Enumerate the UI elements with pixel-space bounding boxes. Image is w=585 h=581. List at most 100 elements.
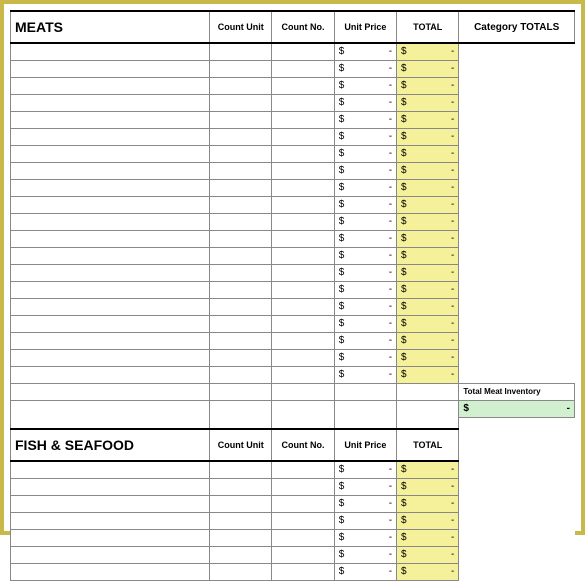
count-no-cell[interactable] [272, 495, 334, 512]
count-no-cell[interactable] [272, 315, 334, 332]
item-name-cell[interactable] [11, 349, 210, 366]
item-name-cell[interactable] [11, 478, 210, 495]
count-no-cell[interactable] [272, 247, 334, 264]
count-no-cell[interactable] [272, 298, 334, 315]
unit-price-cell[interactable]: $- [334, 332, 396, 349]
count-no-cell[interactable] [272, 563, 334, 580]
unit-price-cell[interactable]: $- [334, 77, 396, 94]
count-unit-cell[interactable] [210, 179, 272, 196]
count-no-cell[interactable] [272, 230, 334, 247]
count-no-cell[interactable] [272, 77, 334, 94]
count-unit-cell[interactable] [210, 529, 272, 546]
unit-price-cell[interactable]: $- [334, 179, 396, 196]
count-no-cell[interactable] [272, 529, 334, 546]
unit-price-cell[interactable]: $- [334, 461, 396, 478]
unit-price-cell[interactable]: $- [334, 495, 396, 512]
unit-price-cell[interactable]: $- [334, 298, 396, 315]
item-name-cell[interactable] [11, 77, 210, 94]
item-name-cell[interactable] [11, 529, 210, 546]
unit-price-cell[interactable]: $- [334, 196, 396, 213]
count-unit-cell[interactable] [210, 461, 272, 478]
unit-price-cell[interactable]: $- [334, 247, 396, 264]
unit-price-cell[interactable]: $- [334, 43, 396, 60]
count-no-cell[interactable] [272, 264, 334, 281]
item-name-cell[interactable] [11, 546, 210, 563]
count-no-cell[interactable] [272, 213, 334, 230]
count-unit-cell[interactable] [210, 94, 272, 111]
unit-price-cell[interactable]: $- [334, 213, 396, 230]
count-no-cell[interactable] [272, 60, 334, 77]
item-name-cell[interactable] [11, 145, 210, 162]
item-name-cell[interactable] [11, 196, 210, 213]
count-no-cell[interactable] [272, 145, 334, 162]
item-name-cell[interactable] [11, 512, 210, 529]
count-no-cell[interactable] [272, 196, 334, 213]
unit-price-cell[interactable]: $- [334, 230, 396, 247]
unit-price-cell[interactable]: $- [334, 145, 396, 162]
count-unit-cell[interactable] [210, 43, 272, 60]
unit-price-cell[interactable]: $- [334, 315, 396, 332]
count-unit-cell[interactable] [210, 145, 272, 162]
unit-price-cell[interactable]: $- [334, 60, 396, 77]
item-name-cell[interactable] [11, 461, 210, 478]
count-unit-cell[interactable] [210, 366, 272, 383]
item-name-cell[interactable] [11, 213, 210, 230]
unit-price-cell[interactable]: $- [334, 349, 396, 366]
item-name-cell[interactable] [11, 495, 210, 512]
count-no-cell[interactable] [272, 43, 334, 60]
count-unit-cell[interactable] [210, 162, 272, 179]
count-unit-cell[interactable] [210, 264, 272, 281]
count-no-cell[interactable] [272, 179, 334, 196]
count-no-cell[interactable] [272, 349, 334, 366]
item-name-cell[interactable] [11, 60, 210, 77]
unit-price-cell[interactable]: $- [334, 111, 396, 128]
count-no-cell[interactable] [272, 162, 334, 179]
item-name-cell[interactable] [11, 332, 210, 349]
count-unit-cell[interactable] [210, 495, 272, 512]
count-unit-cell[interactable] [210, 77, 272, 94]
count-unit-cell[interactable] [210, 332, 272, 349]
item-name-cell[interactable] [11, 298, 210, 315]
item-name-cell[interactable] [11, 230, 210, 247]
item-name-cell[interactable] [11, 315, 210, 332]
item-name-cell[interactable] [11, 179, 210, 196]
item-name-cell[interactable] [11, 111, 210, 128]
count-no-cell[interactable] [272, 478, 334, 495]
unit-price-cell[interactable]: $- [334, 128, 396, 145]
unit-price-cell[interactable]: $- [334, 512, 396, 529]
count-unit-cell[interactable] [210, 349, 272, 366]
count-unit-cell[interactable] [210, 60, 272, 77]
count-no-cell[interactable] [272, 128, 334, 145]
count-no-cell[interactable] [272, 332, 334, 349]
count-no-cell[interactable] [272, 546, 334, 563]
unit-price-cell[interactable]: $- [334, 264, 396, 281]
count-unit-cell[interactable] [210, 230, 272, 247]
count-unit-cell[interactable] [210, 111, 272, 128]
unit-price-cell[interactable]: $- [334, 366, 396, 383]
count-unit-cell[interactable] [210, 512, 272, 529]
count-unit-cell[interactable] [210, 281, 272, 298]
count-no-cell[interactable] [272, 111, 334, 128]
item-name-cell[interactable] [11, 43, 210, 60]
count-unit-cell[interactable] [210, 563, 272, 580]
count-unit-cell[interactable] [210, 196, 272, 213]
item-name-cell[interactable] [11, 128, 210, 145]
unit-price-cell[interactable]: $- [334, 563, 396, 580]
item-name-cell[interactable] [11, 563, 210, 580]
count-no-cell[interactable] [272, 461, 334, 478]
count-no-cell[interactable] [272, 281, 334, 298]
count-unit-cell[interactable] [210, 128, 272, 145]
count-no-cell[interactable] [272, 366, 334, 383]
count-unit-cell[interactable] [210, 213, 272, 230]
count-no-cell[interactable] [272, 512, 334, 529]
item-name-cell[interactable] [11, 247, 210, 264]
count-unit-cell[interactable] [210, 546, 272, 563]
item-name-cell[interactable] [11, 162, 210, 179]
count-unit-cell[interactable] [210, 478, 272, 495]
count-unit-cell[interactable] [210, 298, 272, 315]
item-name-cell[interactable] [11, 94, 210, 111]
unit-price-cell[interactable]: $- [334, 529, 396, 546]
count-unit-cell[interactable] [210, 315, 272, 332]
unit-price-cell[interactable]: $- [334, 546, 396, 563]
item-name-cell[interactable] [11, 366, 210, 383]
